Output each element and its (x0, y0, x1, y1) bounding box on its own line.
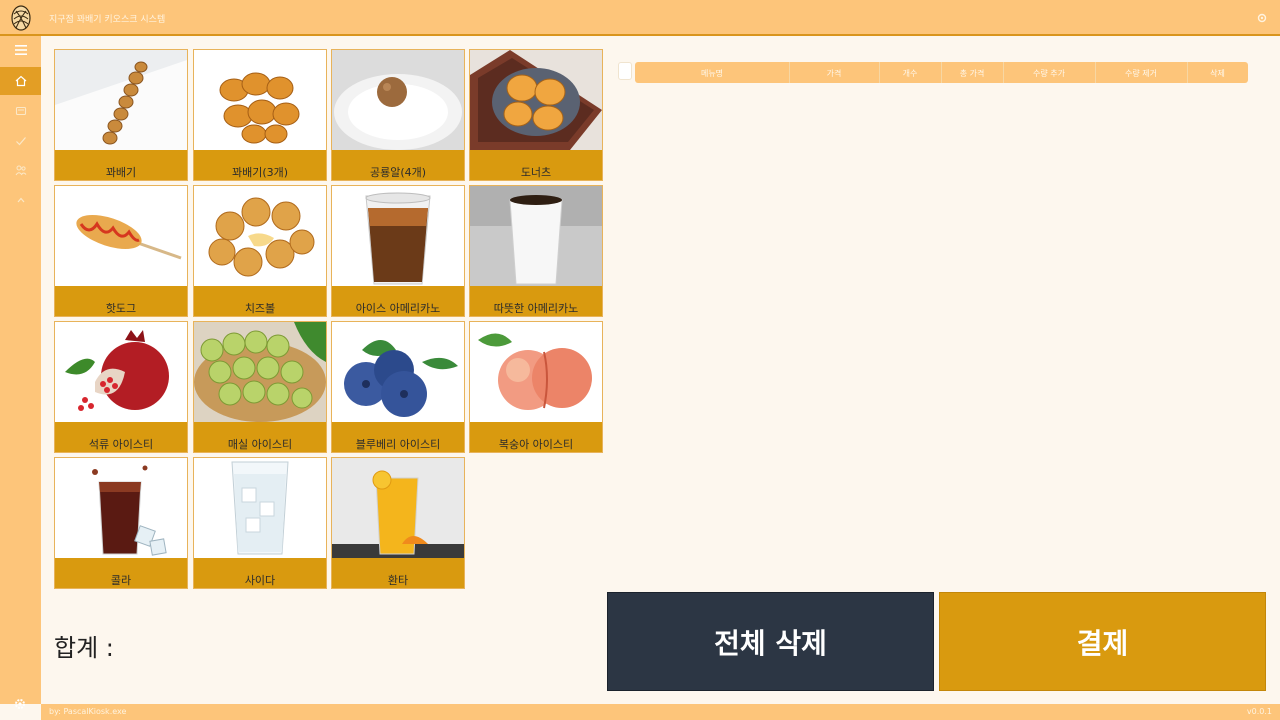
pomegranate-image (55, 322, 187, 422)
menu-item-fanta[interactable]: 환타 (331, 457, 465, 589)
iced-americano-image (332, 186, 464, 286)
peach-image (470, 322, 602, 422)
dinosaur-egg-image (332, 50, 464, 150)
order-table: 메뉴명 가격 개수 총 가격 수량 추가 수량 제거 삭제 (618, 62, 1248, 84)
cola-image (55, 458, 187, 558)
column-header-menu-name: 메뉴명 (700, 69, 724, 78)
cider-image (194, 458, 326, 558)
column-header-price: 가격 (826, 69, 842, 78)
menu-item-cheese-ball[interactable]: 치즈볼 (193, 185, 327, 317)
menu-item-green-plum[interactable]: 매실 아이스티 (193, 321, 327, 453)
twisted-donut-three-image (194, 50, 326, 150)
donut-image (470, 50, 602, 150)
order-table-header: 메뉴명 가격 개수 총 가격 수량 추가 수량 제거 삭제 (635, 62, 1248, 83)
menu-item-dinosaur-egg[interactable]: 공룡알(4개) (331, 49, 465, 181)
receipt-icon (15, 106, 26, 116)
menu-item-label: 도너츠 (470, 150, 602, 180)
menu-toggle-button[interactable] (0, 36, 41, 64)
menu-item-label: 사이다 (194, 558, 326, 588)
twisted-donut-image (55, 50, 187, 150)
menu-item-label: 블루베리 아이스티 (332, 422, 464, 452)
menu-item-hot-americano[interactable]: 따뜻한 아메리카노 (469, 185, 603, 317)
sidebar-item-staff[interactable] (0, 156, 41, 184)
cheese-ball-image (194, 186, 326, 286)
menu-item-label: 복숭아 아이스티 (470, 422, 602, 452)
home-icon (15, 75, 26, 87)
menu-item-corn-dog[interactable]: 핫도그 (54, 185, 188, 317)
hamburger-icon (14, 45, 27, 55)
clear-all-button[interactable]: 전체 삭제 (607, 592, 934, 691)
column-header-delete: 삭제 (1210, 69, 1225, 78)
menu-item-twisted-donut-three[interactable]: 꽈배기(3개) (193, 49, 327, 181)
column-header-count: 개수 (902, 69, 918, 78)
menu-item-iced-americano[interactable]: 아이스 아메리카노 (331, 185, 465, 317)
chevron-up-icon (17, 197, 24, 203)
title-bar: 지구점 꽈배기 키오스크 시스템 (0, 0, 1280, 36)
hot-americano-image (470, 186, 602, 286)
sidebar (0, 36, 41, 704)
blueberry-image (332, 322, 464, 422)
column-header-remove-quantity: 수량 제거 (1125, 69, 1157, 78)
green-plum-image (194, 322, 326, 422)
sidebar-item-collapse[interactable] (0, 186, 41, 214)
menu-item-donut[interactable]: 도너츠 (469, 49, 603, 181)
menu-item-label: 핫도그 (55, 286, 187, 316)
menu-item-label: 매실 아이스티 (194, 422, 326, 452)
checkout-button[interactable]: 결제 (939, 592, 1266, 691)
menu-grid: 꽈배기 꽈배기(3개) 공룡알(4개) 도너츠 핫도그 치즈볼 아이스 아메리카… (54, 49, 604, 589)
status-version: v0.0.1 (1246, 707, 1272, 716)
people-icon (15, 165, 26, 176)
menu-item-label: 공룡알(4개) (332, 150, 464, 180)
menu-item-cola[interactable]: 콜라 (54, 457, 188, 589)
menu-item-label: 아이스 아메리카노 (332, 286, 464, 316)
sidebar-item-home[interactable] (0, 67, 41, 95)
sidebar-item-orders[interactable] (0, 97, 41, 125)
column-header-total-price: 총 가격 (959, 69, 985, 78)
menu-item-blueberry[interactable]: 블루베리 아이스티 (331, 321, 465, 453)
status-author: by: PascalKiosk.exe (49, 707, 127, 716)
menu-item-label: 치즈볼 (194, 286, 326, 316)
column-header-add-quantity: 수량 추가 (1033, 69, 1065, 78)
menu-item-cider[interactable]: 사이다 (193, 457, 327, 589)
sidebar-item-checklist[interactable] (0, 127, 41, 155)
menu-item-peach[interactable]: 복숭아 아이스티 (469, 321, 603, 453)
status-bar: by: PascalKiosk.exe v0.0.1 (41, 704, 1280, 720)
menu-item-label: 콜라 (55, 558, 187, 588)
total-label: 합계 : (54, 634, 114, 662)
menu-item-label: 환타 (332, 558, 464, 588)
menu-item-twisted-donut[interactable]: 꽈배기 (54, 49, 188, 181)
check-icon (15, 137, 26, 146)
select-all-checkbox[interactable] (618, 62, 632, 80)
corn-dog-image (55, 186, 187, 286)
menu-item-label: 석류 아이스티 (55, 422, 187, 452)
menu-item-label: 따뜻한 아메리카노 (470, 286, 602, 316)
menu-item-label: 꽈배기(3개) (194, 150, 326, 180)
app-title: 지구점 꽈배기 키오스크 시스템 (49, 15, 166, 25)
window-settings-icon[interactable] (1256, 12, 1268, 24)
menu-item-label: 꽈배기 (55, 150, 187, 180)
gear-icon[interactable] (14, 698, 26, 710)
pretzel-logo-icon (11, 5, 31, 31)
menu-item-pomegranate[interactable]: 석류 아이스티 (54, 321, 188, 453)
fanta-image (332, 458, 464, 558)
